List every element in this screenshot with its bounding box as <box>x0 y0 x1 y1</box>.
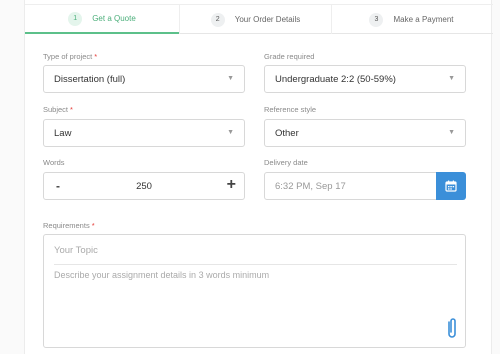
required-mark: * <box>91 221 95 230</box>
grade-required-value: Undergraduate 2:2 (50-59%) <box>275 73 396 85</box>
reference-style-label: Reference style <box>264 105 317 114</box>
chevron-down-icon: ▼ <box>448 75 455 82</box>
step-order-details[interactable]: 2 Your Order Details <box>179 5 331 34</box>
topic-input[interactable]: Your Topic <box>54 245 457 265</box>
calendar-icon <box>445 180 457 192</box>
type-of-project-label: Type of project * <box>43 52 97 61</box>
subject-label: Subject * <box>43 105 73 114</box>
details-textarea[interactable]: Describe your assignment details in 3 wo… <box>54 270 269 280</box>
requirements-box: Your Topic Describe your assignment deta… <box>43 234 466 348</box>
delivery-date-label: Delivery date <box>264 158 308 167</box>
step-make-payment[interactable]: 3 Make a Payment <box>331 5 491 34</box>
words-label: Words <box>43 158 65 167</box>
required-mark: * <box>70 105 73 114</box>
decrement-button[interactable]: - <box>56 179 60 193</box>
delivery-date-input[interactable]: 6:32 PM, Sep 17 <box>264 172 437 200</box>
type-of-project-label-text: Type of project <box>43 52 93 61</box>
chevron-down-icon: ▼ <box>227 129 234 136</box>
type-of-project-value: Dissertation (full) <box>54 73 126 85</box>
step-label: Make a Payment <box>393 15 454 24</box>
chevron-down-icon: ▼ <box>448 129 455 136</box>
step-label: Your Order Details <box>234 15 301 24</box>
requirements-label: Requirements * <box>43 221 95 230</box>
grade-required-select[interactable]: Undergraduate 2:2 (50-59%) ▼ <box>264 65 466 93</box>
reference-style-select[interactable]: Other ▼ <box>264 119 466 147</box>
step-number: 3 <box>369 12 384 27</box>
step-get-a-quote[interactable]: 1 Get a Quote <box>25 5 179 34</box>
reference-style-value: Other <box>275 127 299 139</box>
increment-button[interactable]: + <box>227 176 236 194</box>
type-of-project-select[interactable]: Dissertation (full) ▼ <box>43 65 245 93</box>
step-label: Get a Quote <box>92 14 136 23</box>
required-mark: * <box>94 52 98 61</box>
chevron-down-icon: ▼ <box>227 75 234 82</box>
grade-required-label: Grade required <box>264 52 315 61</box>
subject-value: Law <box>54 127 72 139</box>
subject-select[interactable]: Law ▼ <box>43 119 245 147</box>
requirements-label-text: Requirements <box>43 221 90 230</box>
step-number: 2 <box>210 12 225 27</box>
step-number: 1 <box>68 11 83 26</box>
words-stepper[interactable]: - 250 + <box>43 172 245 200</box>
paperclip-icon[interactable] <box>445 316 459 340</box>
delivery-date-value: 6:32 PM, Sep 17 <box>275 180 346 192</box>
calendar-button[interactable] <box>436 172 466 200</box>
subject-label-text: Subject <box>43 105 69 114</box>
words-value[interactable]: 250 <box>44 181 244 192</box>
progress-steps: 1 Get a Quote 2 Your Order Details 3 Mak… <box>25 4 493 34</box>
